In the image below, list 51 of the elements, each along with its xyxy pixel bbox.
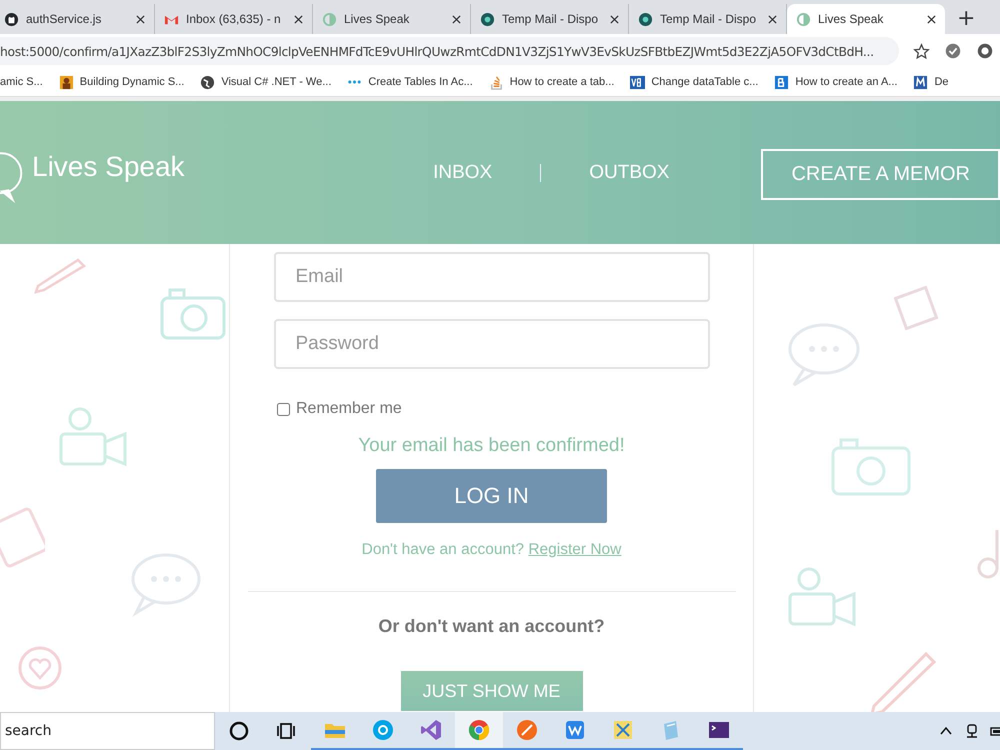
- bookmark[interactable]: How to create a tab...: [480, 74, 622, 90]
- circle-icon: [227, 719, 251, 743]
- password-field[interactable]: Password: [274, 319, 710, 369]
- confirmation-message: Your email has been confirmed!: [358, 435, 625, 457]
- new-tab-button[interactable]: +: [945, 6, 988, 34]
- close-icon[interactable]: [294, 14, 303, 24]
- remember-label: Remember me: [296, 400, 402, 418]
- taskbar-search-field[interactable]: search: [0, 712, 215, 750]
- mail-badge-icon: [480, 12, 495, 26]
- bookmark[interactable]: Change dataTable c...: [622, 74, 766, 90]
- bookmark[interactable]: amic S...: [0, 76, 51, 88]
- bookmark[interactable]: Building Dynamic S...: [50, 74, 192, 90]
- mail-badge-icon: [638, 12, 653, 26]
- tool-icon: [611, 718, 635, 742]
- guest-prompt: Or don't want an account?: [378, 616, 605, 637]
- b-icon: [774, 74, 790, 90]
- document-app-icon: [563, 718, 587, 742]
- record-icon[interactable]: [976, 42, 994, 60]
- person-icon: [58, 74, 74, 90]
- close-icon[interactable]: [768, 14, 777, 24]
- close-icon[interactable]: [927, 14, 936, 24]
- browser-tab[interactable]: Lives Speak: [787, 4, 945, 34]
- dots-icon: [347, 80, 362, 84]
- browser-tab[interactable]: Lives Speak: [313, 4, 471, 34]
- vb-icon: [630, 74, 646, 90]
- bookmark[interactable]: Visual C# .NET - We...: [192, 74, 340, 90]
- email-field[interactable]: Email: [274, 252, 710, 302]
- leaf-icon: [322, 12, 337, 26]
- close-icon[interactable]: [452, 14, 461, 24]
- bookmark[interactable]: De: [905, 74, 957, 90]
- webcam-icon[interactable]: [964, 723, 980, 739]
- bookmark-star-icon[interactable]: [913, 42, 930, 60]
- address-bar[interactable]: host:5000/confirm/a1JXazZ3blF2S3lyZmNhOC9lclpVeENHMFdTcE9vUHlrQUwzRmtCdDN1V3ZjS1YwV3EvSkUzSFBtbEZJWmt5d3E2ZjA5OFV3dCtBdH...: [0, 37, 899, 65]
- remember-checkbox[interactable]: [277, 402, 290, 416]
- bookmark[interactable]: Create Tables In Ac...: [339, 76, 481, 88]
- browser-tab[interactable]: Inbox (63,635) - n: [155, 4, 313, 34]
- pen-app-icon: [515, 718, 539, 742]
- browser-tab[interactable]: authService.js: [0, 4, 155, 34]
- chrome-icon: [467, 718, 491, 742]
- check-circle-icon[interactable]: [944, 42, 962, 60]
- visual-studio-icon: [419, 718, 443, 742]
- browser-tab[interactable]: Temp Mail - Dispo: [471, 4, 629, 34]
- skype-icon: [371, 718, 395, 742]
- m-icon: [913, 74, 928, 90]
- stack-icon: [488, 74, 504, 90]
- close-icon[interactable]: [610, 14, 619, 24]
- bookmark[interactable]: How to create an A...: [766, 74, 906, 90]
- leaf-icon: [796, 12, 811, 26]
- register-prompt: Don't have an account?: [362, 541, 524, 558]
- close-icon[interactable]: [136, 14, 145, 24]
- github-icon: [4, 12, 19, 26]
